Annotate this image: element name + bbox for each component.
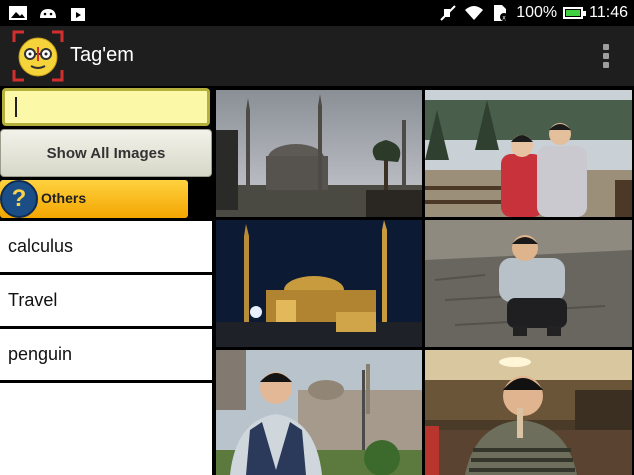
svg-text:x: x [502,15,506,22]
show-all-images-button[interactable]: Show All Images [0,129,212,177]
image-icon [8,4,28,22]
battery-icon [563,7,587,19]
wifi-icon [464,4,484,22]
photo-thumbnail[interactable] [216,350,422,475]
tag-list-empty-area [0,383,212,475]
others-tag-button[interactable]: ? Others [0,180,188,218]
android-icon [38,4,58,22]
app-title: Tag'em [70,44,134,66]
tag-sidebar: Show All Images ? Others calculus Travel… [0,86,214,475]
sim-icon: x [490,4,510,22]
text-cursor [15,97,17,117]
action-bar: Tag'em [0,26,634,86]
tag-item-penguin[interactable]: penguin [0,329,212,380]
photo-thumbnail[interactable] [216,220,422,347]
question-mark-icon: ? [0,180,38,218]
tag-item-calculus[interactable]: calculus [0,221,212,272]
others-label: Others [41,190,87,206]
tag-item-travel[interactable]: Travel [0,275,212,326]
status-bar: x 100% 11:46 [0,0,634,26]
tag-search-field[interactable] [2,88,210,126]
overflow-menu-icon[interactable] [602,44,610,68]
battery-percent: 100% [516,4,558,21]
photo-thumbnail[interactable] [425,220,632,347]
clock: 11:46 [589,4,628,21]
shopping-bag-icon [68,4,88,22]
photo-thumbnail[interactable] [425,350,632,475]
tag-list: calculus Travel penguin [0,221,212,383]
mute-icon [438,4,458,22]
app-logo-icon[interactable] [12,30,64,82]
photo-grid [214,86,634,475]
photo-thumbnail[interactable] [425,90,632,217]
photo-thumbnail[interactable] [216,90,422,217]
tag-search-input[interactable] [5,91,207,123]
